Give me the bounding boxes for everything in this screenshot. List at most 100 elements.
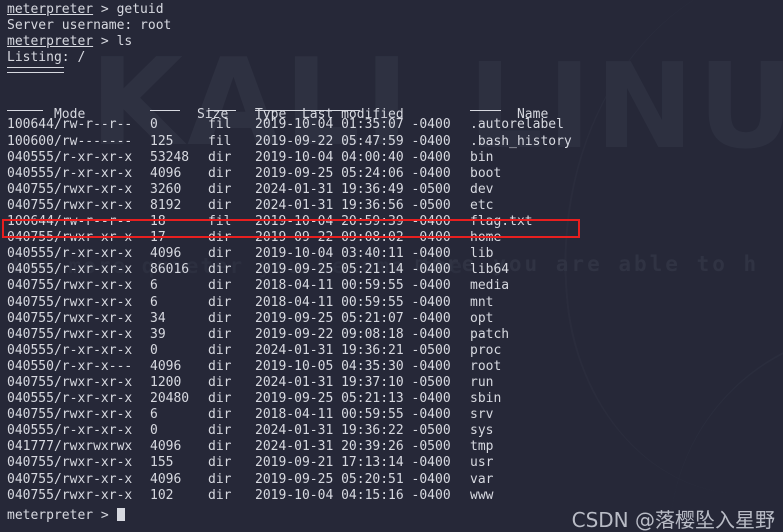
cell-size: 8192 <box>150 197 182 213</box>
cell-size: 6 <box>150 407 158 423</box>
cell-size: 155 <box>150 455 174 471</box>
cell-name: .bash_history <box>470 133 572 149</box>
cell-size: 102 <box>150 487 174 503</box>
cell-name: sys <box>470 423 494 439</box>
cell-mode: 100600/rw------- <box>7 133 133 149</box>
cell-name: .autorelabel <box>470 117 564 133</box>
file-listing-table: Mode Size Type Last modified Name 100644/rw-… <box>0 91 783 503</box>
text-cursor <box>116 507 125 521</box>
cell-name: sbin <box>470 391 502 407</box>
underline-name <box>470 110 501 112</box>
cell-size: 20480 <box>150 391 190 407</box>
cell-last-modified: 2019-10-04 04:00:40 -0400 <box>255 149 451 165</box>
cell-name: www <box>470 487 494 503</box>
cell-mode: 040555/r-xr-xr-x <box>7 342 133 358</box>
cell-last-modified: 2024-01-31 19:36:49 -0500 <box>255 181 451 197</box>
cell-last-modified: 2024-01-31 19:36:21 -0500 <box>255 342 451 358</box>
table-row: 040755/rwxr-xr-x 39 dir 2019-09-22 09:08:18… <box>7 327 783 343</box>
cell-size: 18 <box>150 214 166 230</box>
table-row: 040555/r-xr-xr-x 86016 dir 2019-09-25 05:21… <box>7 262 783 278</box>
cell-size: 34 <box>150 310 166 326</box>
cell-name: home <box>470 230 502 246</box>
cell-last-modified: 2019-09-22 09:08:02 -0400 <box>255 230 451 246</box>
cell-last-modified: 2018-04-11 00:59:55 -0400 <box>255 278 451 294</box>
table-row: 040755/rwxr-xr-x 1200 dir 2024-01-31 19:37:… <box>7 375 783 391</box>
cell-mode: 040755/rwxr-xr-x <box>7 230 133 246</box>
cell-type: fil <box>208 133 232 149</box>
cell-last-modified: 2018-04-11 00:59:55 -0400 <box>255 407 451 423</box>
cell-type: dir <box>208 310 232 326</box>
cell-name: run <box>470 374 494 390</box>
cell-type: dir <box>208 423 232 439</box>
cell-type: dir <box>208 165 232 181</box>
cell-mode: 040755/rwxr-xr-x <box>7 471 133 487</box>
table-row: 040555/r-xr-xr-x 53248 dir 2019-10-04 04:00… <box>7 150 783 166</box>
cell-type: dir <box>208 439 232 455</box>
table-row: 040755/rwxr-xr-x 17 dir 2019-09-22 09:08:02… <box>7 230 783 246</box>
cell-type: dir <box>208 230 232 246</box>
cell-size: 4096 <box>150 439 182 455</box>
cell-name: mnt <box>470 294 494 310</box>
table-row: 041777/rwxrwxrwx 4096 dir 2024-01-31 20:39:… <box>7 439 783 455</box>
table-row: 040755/rwxr-xr-x 155 dir 2019-09-21 17:13:1… <box>7 455 783 471</box>
blank-line-spacer <box>0 73 783 91</box>
cell-name: var <box>470 471 494 487</box>
cell-mode: 040555/r-xr-xr-x <box>7 246 133 262</box>
cell-size: 6 <box>150 294 158 310</box>
cell-last-modified: 2018-04-11 00:59:55 -0400 <box>255 294 451 310</box>
prompt-separator: > <box>93 2 117 17</box>
table-row: 040755/rwxr-xr-x 8192 dir 2024-01-31 19:36:… <box>7 198 783 214</box>
table-row: 040755/rwxr-xr-x 3260 dir 2024-01-31 19:36:… <box>7 182 783 198</box>
cell-name: lib64 <box>470 262 510 278</box>
prompt-separator: > <box>93 34 117 50</box>
cell-last-modified: 2019-10-05 04:35:30 -0400 <box>255 358 451 374</box>
underline-size <box>150 110 180 112</box>
cell-mode: 040555/r-xr-xr-x <box>7 391 133 407</box>
cell-last-modified: 2019-10-04 03:40:11 -0400 <box>255 246 451 262</box>
cell-last-modified: 2019-09-25 05:20:51 -0400 <box>255 471 451 487</box>
prompt-label: meterpreter <box>7 34 94 50</box>
table-row: 040555/r-xr-xr-x 4096 dir 2019-09-25 05:24:… <box>7 166 783 182</box>
underline-mode <box>7 110 43 112</box>
output-server-username: Server username: root <box>7 18 172 34</box>
cell-name: root <box>470 358 502 374</box>
cell-size: 4096 <box>150 165 182 181</box>
table-row: 100644/rw-r--r-- 0 fil 2019-10-04 01:35:07 … <box>7 117 783 133</box>
cell-size: 1200 <box>150 374 182 390</box>
table-row: 040755/rwxr-xr-x 6 dir 2018-04-11 00:59:55 … <box>7 295 783 311</box>
cell-size: 4096 <box>150 358 182 374</box>
cell-mode: 040550/r-xr-x--- <box>7 358 133 374</box>
cell-mode: 040755/rwxr-xr-x <box>7 455 133 471</box>
command-text: ls <box>116 34 133 50</box>
csdn-watermark: CSDN @落樱坠入星野 <box>571 507 775 532</box>
cell-mode: 040555/r-xr-xr-x <box>7 165 133 181</box>
cell-name: tmp <box>470 439 494 455</box>
prompt-label: meterpreter <box>7 2 94 17</box>
cell-type: dir <box>208 358 232 374</box>
cell-type: dir <box>208 278 232 294</box>
cell-type: dir <box>208 294 232 310</box>
cell-size: 86016 <box>150 262 190 278</box>
cell-mode: 041777/rwxrwxrwx <box>7 439 133 455</box>
table-row: 040755/rwxr-xr-x 4096 dir 2019-09-25 05:20:… <box>7 472 783 488</box>
final-prompt-text: meterpreter > <box>7 507 117 523</box>
cell-name: media <box>470 278 510 294</box>
cell-size: 0 <box>150 117 158 133</box>
table-row: 100644/rw-r--r-- 18 fil 2019-10-04 20:59:39… <box>7 214 783 230</box>
cell-type: dir <box>208 326 232 342</box>
cell-name: opt <box>470 310 494 326</box>
column-header-underlines <box>7 107 783 117</box>
cell-name: boot <box>470 165 502 181</box>
underline-last-modified <box>255 110 360 112</box>
cell-size: 6 <box>150 278 158 294</box>
cell-name: bin <box>470 149 494 165</box>
output-listing-path: Listing: / <box>7 50 86 66</box>
table-row: 040555/r-xr-xr-x 4096 dir 2019-10-04 03:40:… <box>7 246 783 262</box>
cell-type: dir <box>208 149 232 165</box>
cell-size: 53248 <box>150 149 190 165</box>
command-line-getuid: meterpreter > getuid <box>7 2 783 18</box>
cell-name: lib <box>470 246 494 262</box>
table-row: 040550/r-xr-x--- 4096 dir 2019-10-05 04:35:… <box>7 359 783 375</box>
cell-size: 125 <box>150 133 174 149</box>
table-row: 040555/r-xr-xr-x 20480 dir 2019-09-25 05:21… <box>7 391 783 407</box>
